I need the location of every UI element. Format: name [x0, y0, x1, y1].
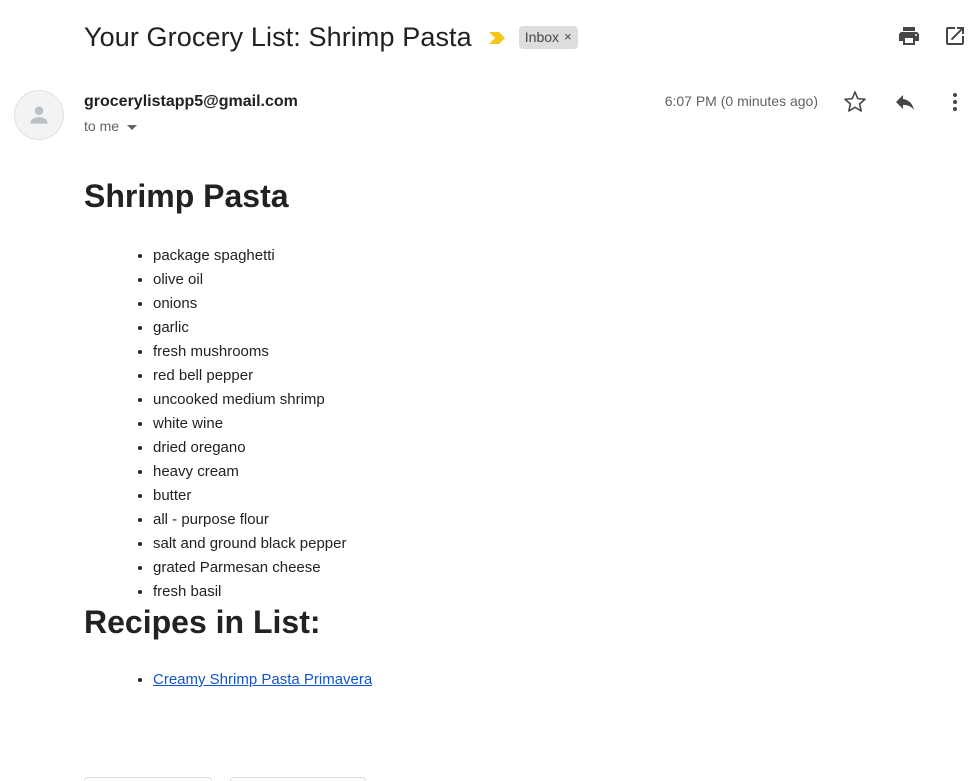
list-item: grated Parmesan cheese — [153, 556, 944, 580]
email-body: Shrimp Pasta package spaghetti olive oil… — [84, 170, 944, 692]
list-item: garlic — [153, 316, 944, 340]
subject-row: Your Grocery List: Shrimp Pasta Inbox × — [84, 18, 578, 56]
email-subject: Your Grocery List: Shrimp Pasta — [84, 21, 472, 52]
reply-button[interactable] — [84, 777, 212, 781]
list-item: fresh basil — [153, 580, 944, 604]
person-avatar-icon — [30, 106, 48, 124]
ingredient-list: package spaghetti olive oil onions garli… — [84, 244, 944, 604]
list-item: dried oregano — [153, 436, 944, 460]
thread-actions — [897, 24, 967, 48]
list-item: olive oil — [153, 268, 944, 292]
list-item: heavy cream — [153, 460, 944, 484]
list-item: salt and ground black pepper — [153, 532, 944, 556]
list-item: package spaghetti — [153, 244, 944, 268]
list-item: red bell pepper — [153, 364, 944, 388]
sender-avatar[interactable] — [14, 90, 64, 140]
list-item: butter — [153, 484, 944, 508]
more-vert-icon[interactable] — [943, 90, 967, 114]
chevron-down-icon[interactable] — [127, 124, 138, 130]
inbox-label-chip[interactable]: Inbox × — [518, 25, 578, 49]
inbox-label-text: Inbox — [524, 28, 560, 45]
forward-button[interactable] — [230, 777, 366, 781]
recipe-link[interactable]: Creamy Shrimp Pasta Primavera — [153, 671, 372, 688]
reply-forward-buttons — [84, 777, 366, 781]
email-view: Your Grocery List: Shrimp Pasta Inbox × — [0, 0, 979, 781]
print-icon[interactable] — [897, 24, 921, 48]
list-item: all - purpose flour — [153, 508, 944, 532]
remove-label-icon[interactable]: × — [564, 29, 572, 44]
email-timestamp: 6:07 PM (0 minutes ago) — [664, 93, 818, 109]
reply-icon[interactable] — [893, 90, 917, 114]
recipient-details[interactable]: to me — [84, 118, 138, 134]
importance-marker-icon[interactable] — [487, 30, 509, 46]
recipes-heading: Recipes in List: — [84, 604, 321, 640]
recipe-heading: Shrimp Pasta — [84, 178, 289, 214]
list-item: uncooked medium shrimp — [153, 388, 944, 412]
list-item: fresh mushrooms — [153, 340, 944, 364]
sender-email[interactable]: grocerylistapp5@gmail.com — [84, 93, 298, 111]
open-in-new-window-icon[interactable] — [943, 24, 967, 48]
star-icon[interactable] — [843, 90, 867, 114]
list-item: Creamy Shrimp Pasta Primavera — [153, 668, 944, 692]
recipe-link-list: Creamy Shrimp Pasta Primavera — [84, 668, 944, 692]
list-item: white wine — [153, 412, 944, 436]
message-actions — [843, 90, 967, 114]
list-item: onions — [153, 292, 944, 316]
recipient-label: to me — [84, 118, 120, 134]
